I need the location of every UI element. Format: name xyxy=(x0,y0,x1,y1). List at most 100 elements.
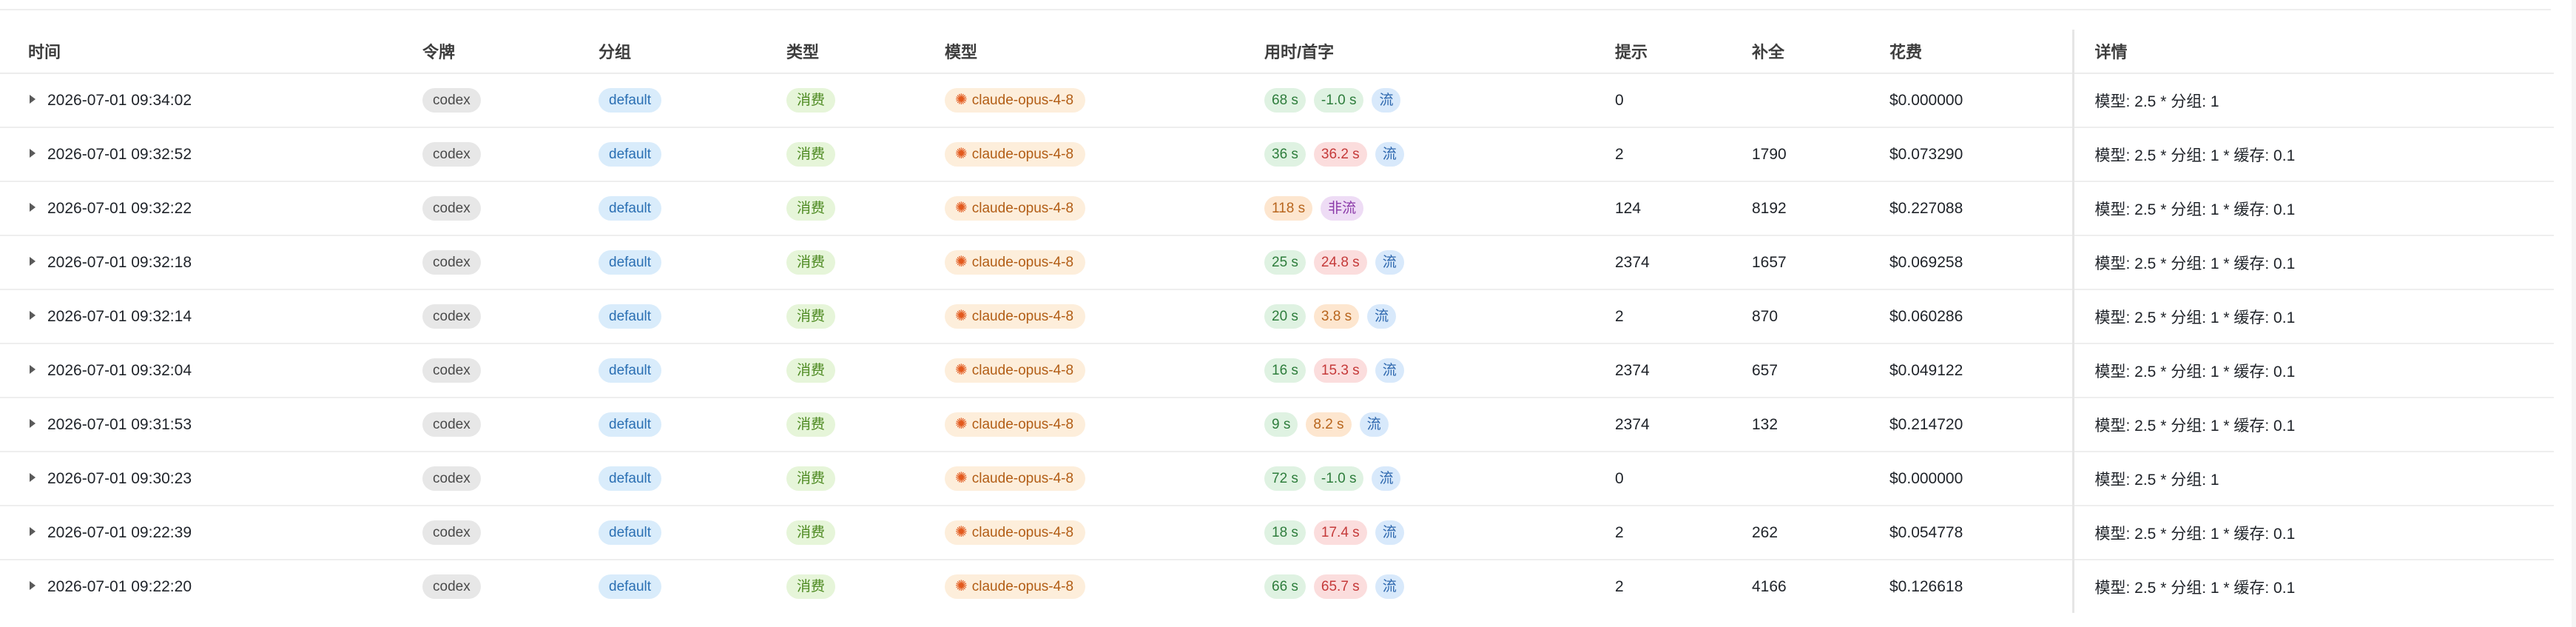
cell-duration: 72 s -1.0 s 流 xyxy=(1236,452,1587,506)
table-row[interactable]: 2026-07-01 09:32:04 codex default 消费 ✺ claude… xyxy=(0,343,2554,398)
column-header-token[interactable]: 令牌 xyxy=(394,30,570,74)
table-row[interactable]: 2026-07-01 09:22:20 codex default 消费 ✺ claude… xyxy=(0,560,2554,613)
duration-badge: 16 s xyxy=(1264,358,1306,383)
column-header-duration[interactable]: 用时/首字 xyxy=(1236,30,1587,74)
table-row[interactable]: 2026-07-01 09:30:23 codex default 消费 ✺ claude… xyxy=(0,452,2554,506)
cell-time: 2026-07-01 09:22:20 xyxy=(0,560,394,613)
cell-group: default xyxy=(570,235,758,290)
stream-badge: 流 xyxy=(1367,304,1397,329)
token-tag: codex xyxy=(422,250,481,275)
caret-right-icon[interactable] xyxy=(30,148,36,158)
group-tag: default xyxy=(599,196,662,221)
type-tag: 消费 xyxy=(786,574,836,599)
cell-time: 2026-07-01 09:32:18 xyxy=(0,235,394,290)
stream-badge: 流 xyxy=(1372,88,1401,113)
column-header-time[interactable]: 时间 xyxy=(0,30,394,74)
cell-time: 2026-07-01 09:22:39 xyxy=(0,506,394,560)
cell-duration: 66 s 65.7 s 流 xyxy=(1236,560,1587,613)
cell-token: codex xyxy=(394,343,570,398)
model-tag[interactable]: ✺ claude-opus-4-8 xyxy=(945,142,1086,167)
cell-group: default xyxy=(570,73,758,128)
model-tag[interactable]: ✺ claude-opus-4-8 xyxy=(945,196,1086,221)
model-tag[interactable]: ✺ claude-opus-4-8 xyxy=(945,250,1086,275)
caret-right-icon[interactable] xyxy=(30,94,36,104)
column-header-cost[interactable]: 花费 xyxy=(1861,30,2073,74)
column-header-prompt[interactable]: 提示 xyxy=(1587,30,1724,74)
cell-completion: 8192 xyxy=(1724,181,1861,236)
token-tag: codex xyxy=(422,466,481,491)
cell-prompt: 124 xyxy=(1587,181,1724,236)
cell-cost: $0.060286 xyxy=(1861,289,2073,344)
timestamp: 2026-07-01 09:34:02 xyxy=(47,91,192,109)
table-row[interactable]: 2026-07-01 09:22:39 codex default 消费 ✺ claude… xyxy=(0,506,2554,560)
model-tag[interactable]: ✺ claude-opus-4-8 xyxy=(945,358,1086,383)
column-header-model[interactable]: 模型 xyxy=(917,30,1236,74)
model-tag[interactable]: ✺ claude-opus-4-8 xyxy=(945,466,1086,491)
column-header-type[interactable]: 类型 xyxy=(758,30,917,74)
table-row[interactable]: 2026-07-01 09:32:52 codex default 消费 ✺ claude… xyxy=(0,127,2554,182)
sparkle-icon: ✺ xyxy=(955,362,968,378)
caret-right-icon[interactable] xyxy=(30,472,36,482)
model-name: claude-opus-4-8 xyxy=(971,93,1074,108)
type-tag: 消费 xyxy=(786,412,836,437)
first-token-badge: -1.0 s xyxy=(1313,466,1364,491)
cell-prompt: 0 xyxy=(1587,452,1724,506)
cell-time: 2026-07-01 09:32:52 xyxy=(0,127,394,182)
cell-type: 消费 xyxy=(758,506,917,560)
model-name: claude-opus-4-8 xyxy=(971,525,1074,540)
table-row[interactable]: 2026-07-01 09:32:14 codex default 消费 ✺ claude… xyxy=(0,289,2554,344)
table-row[interactable]: 2026-07-01 09:31:53 codex default 消费 ✺ claude… xyxy=(0,398,2554,452)
first-token-badge: 17.4 s xyxy=(1313,520,1367,545)
timestamp: 2026-07-01 09:31:53 xyxy=(47,415,192,433)
cell-group: default xyxy=(570,343,758,398)
model-tag[interactable]: ✺ claude-opus-4-8 xyxy=(945,520,1086,545)
first-token-badge: 3.8 s xyxy=(1313,304,1360,329)
model-name: claude-opus-4-8 xyxy=(971,579,1074,594)
column-header-group[interactable]: 分组 xyxy=(570,30,758,74)
cell-duration: 20 s 3.8 s 流 xyxy=(1236,289,1587,344)
table-row[interactable]: 2026-07-01 09:34:02 codex default 消费 ✺ claude… xyxy=(0,73,2554,128)
cell-token: codex xyxy=(394,560,570,613)
sparkle-icon: ✺ xyxy=(955,92,968,108)
model-tag[interactable]: ✺ claude-opus-4-8 xyxy=(945,88,1086,113)
timestamp: 2026-07-01 09:32:22 xyxy=(47,199,192,217)
cell-time: 2026-07-01 09:30:23 xyxy=(0,452,394,506)
timestamp: 2026-07-01 09:32:18 xyxy=(47,253,192,271)
caret-right-icon[interactable] xyxy=(30,364,36,374)
caret-right-icon[interactable] xyxy=(30,580,36,590)
cell-prompt: 2374 xyxy=(1587,398,1724,452)
cell-duration: 118 s 非流 xyxy=(1236,181,1587,236)
cell-model: ✺ claude-opus-4-8 xyxy=(917,289,1236,344)
caret-right-icon[interactable] xyxy=(30,256,36,266)
cell-cost: $0.054778 xyxy=(1861,506,2073,560)
column-header-detail[interactable]: 详情 xyxy=(2071,30,2554,74)
cell-model: ✺ claude-opus-4-8 xyxy=(917,235,1236,290)
first-token-badge: 15.3 s xyxy=(1313,358,1367,383)
group-tag: default xyxy=(599,304,662,329)
cell-model: ✺ claude-opus-4-8 xyxy=(917,127,1236,182)
token-tag: codex xyxy=(422,520,481,545)
column-header-completion[interactable]: 补全 xyxy=(1724,30,1861,74)
model-tag[interactable]: ✺ claude-opus-4-8 xyxy=(945,574,1086,599)
cell-time: 2026-07-01 09:32:22 xyxy=(0,181,394,236)
caret-right-icon[interactable] xyxy=(30,418,36,428)
caret-right-icon[interactable] xyxy=(30,526,36,536)
type-tag: 消费 xyxy=(786,196,836,221)
stream-badge: 流 xyxy=(1375,574,1404,599)
model-tag[interactable]: ✺ claude-opus-4-8 xyxy=(945,304,1086,329)
table-row[interactable]: 2026-07-01 09:32:22 codex default 消费 ✺ claude… xyxy=(0,181,2554,236)
model-name: claude-opus-4-8 xyxy=(971,255,1074,270)
duration-badge: 18 s xyxy=(1264,520,1306,545)
table-row[interactable]: 2026-07-01 09:32:18 codex default 消费 ✺ claude… xyxy=(0,235,2554,290)
vertical-scrollbar[interactable] xyxy=(2572,0,2576,627)
model-tag[interactable]: ✺ claude-opus-4-8 xyxy=(945,412,1086,437)
caret-right-icon[interactable] xyxy=(30,310,36,320)
cell-token: codex xyxy=(394,127,570,182)
caret-right-icon[interactable] xyxy=(30,202,36,212)
cell-token: codex xyxy=(394,235,570,290)
cell-token: codex xyxy=(394,289,570,344)
cell-model: ✺ claude-opus-4-8 xyxy=(917,181,1236,236)
cell-completion xyxy=(1724,452,1861,506)
cell-cost: $0.049122 xyxy=(1861,343,2073,398)
cell-completion: 1790 xyxy=(1724,127,1861,182)
